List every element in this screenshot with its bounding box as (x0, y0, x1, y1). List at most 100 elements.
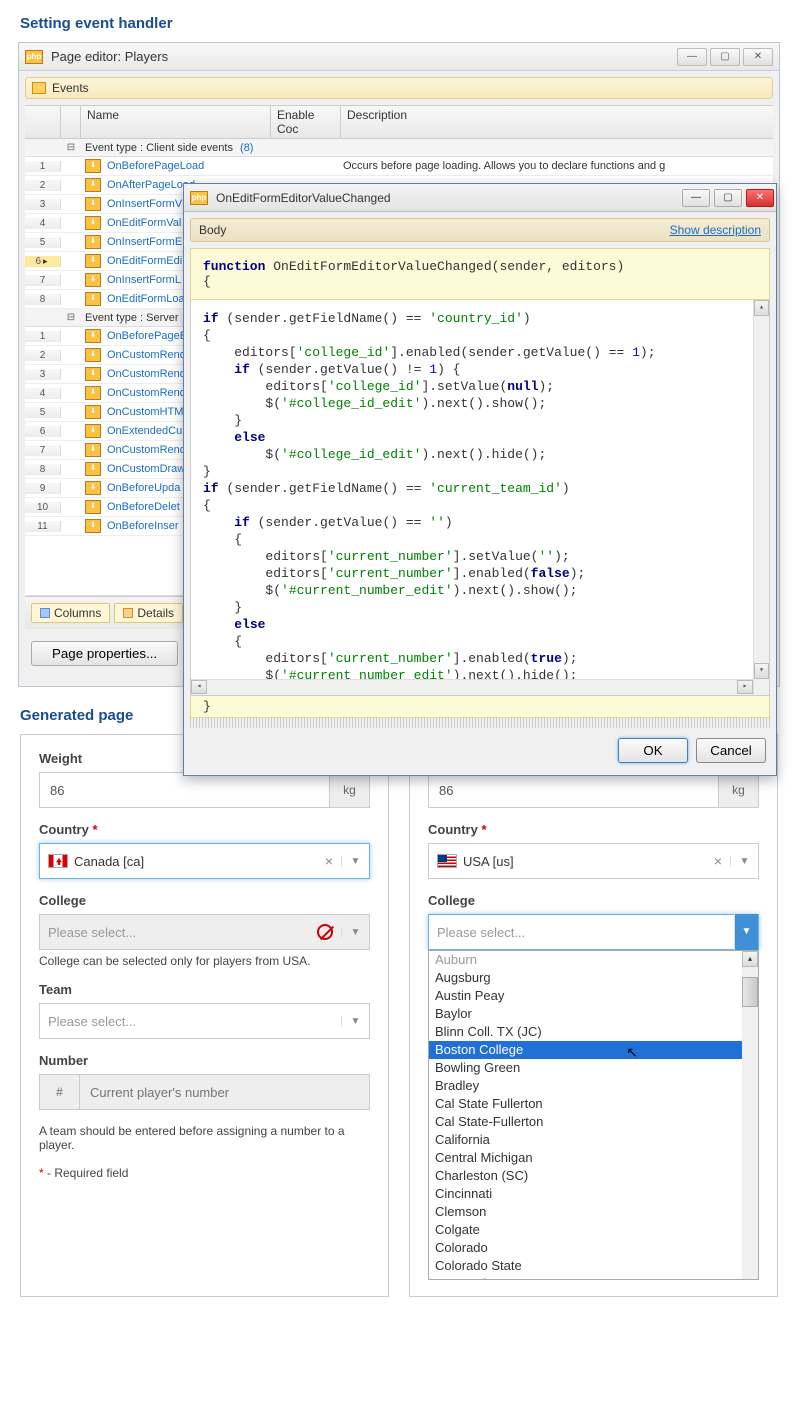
team-label: Team (39, 982, 370, 997)
event-icon: ⬇ (85, 405, 101, 419)
event-icon: ⬇ (85, 348, 101, 362)
event-icon: ⬇ (85, 462, 101, 476)
forbidden-icon (317, 924, 333, 940)
tab-columns[interactable]: Columns (31, 603, 110, 623)
event-icon: ⬇ (85, 235, 101, 249)
dropdown-item[interactable]: Bradley (429, 1077, 758, 1095)
country-select[interactable]: USA [us] × ▼ (428, 843, 759, 879)
weight-unit: kg (330, 772, 370, 808)
heading-setting: Setting event handler (20, 15, 798, 32)
number-addon: # (39, 1074, 79, 1110)
dropdown-item[interactable]: Bowling Green (429, 1059, 758, 1077)
dropdown-item[interactable]: Auburn (429, 951, 758, 969)
chevron-down-icon[interactable]: ▼ (734, 914, 758, 950)
dialog-close-button[interactable]: ✕ (746, 189, 774, 207)
country-value: USA [us] (463, 854, 706, 869)
events-header[interactable]: Events (25, 77, 773, 99)
weight-input[interactable] (428, 772, 719, 808)
dropdown-item[interactable]: California (429, 1131, 758, 1149)
col-name[interactable]: Name (81, 106, 271, 138)
dropdown-item[interactable]: Colorado State (429, 1257, 758, 1275)
weight-input[interactable] (39, 772, 330, 808)
scrollbar-horizontal[interactable]: ◂▸ (191, 679, 753, 695)
page-properties-button[interactable]: Page properties... (31, 641, 178, 666)
dropdown-item[interactable]: Charleston (SC) (429, 1167, 758, 1185)
event-icon: ⬇ (85, 500, 101, 514)
required-note: * - Required field (39, 1166, 370, 1180)
event-icon: ⬇ (85, 178, 101, 192)
dropdown-item[interactable]: Cal State Fullerton (429, 1095, 758, 1113)
scroll-thumb[interactable] (742, 977, 758, 1007)
code-editor[interactable]: if (sender.getFieldName() == 'country_id… (190, 300, 770, 696)
country-select[interactable]: Canada [ca] × ▼ (39, 843, 370, 879)
dropdown-item[interactable]: Colorado (429, 1239, 758, 1257)
chevron-down-icon[interactable]: ▼ (341, 1016, 361, 1027)
dialog-body-header: Body Show description (190, 218, 770, 242)
dropdown-item[interactable]: Cal State-Fullerton (429, 1113, 758, 1131)
php-icon: php (25, 50, 43, 64)
minimize-button[interactable]: — (677, 48, 707, 66)
event-icon: ⬇ (85, 329, 101, 343)
form-panel-right: Weight kg Country * USA [us] × ▼ College… (409, 734, 778, 1297)
cancel-button[interactable]: Cancel (696, 738, 766, 763)
college-dropdown[interactable]: AuburnAugsburgAustin PeayBaylorBlinn Col… (428, 950, 759, 1280)
weight-unit: kg (719, 772, 759, 808)
dialog-minimize-button[interactable]: — (682, 189, 710, 207)
dropdown-item[interactable]: Boston College↖ (429, 1041, 758, 1059)
titlebar[interactable]: php Page editor: Players — ▢ ✕ (19, 43, 779, 71)
team-select[interactable]: Please select... ▼ (39, 1003, 370, 1039)
col-description[interactable]: Description (341, 106, 773, 138)
dropdown-item[interactable]: Colgate (429, 1221, 758, 1239)
dialog-maximize-button[interactable]: ▢ (714, 189, 742, 207)
clear-icon[interactable]: × (706, 853, 730, 869)
page-editor-window: php Page editor: Players — ▢ ✕ Events Na… (18, 42, 780, 687)
chevron-down-icon[interactable]: ▼ (341, 856, 361, 867)
window-title: Page editor: Players (51, 49, 677, 64)
signature-bar: function OnEditFormEditorValueChanged(se… (190, 248, 770, 300)
event-editor-dialog: php OnEditFormEditorValueChanged — ▢ ✕ B… (183, 183, 777, 776)
dropdown-item[interactable]: Connecticut (429, 1275, 758, 1280)
event-icon: ⬇ (85, 481, 101, 495)
event-icon: ⬇ (85, 254, 101, 268)
show-description-link[interactable]: Show description (670, 223, 761, 237)
dropdown-item[interactable]: Cincinnati (429, 1185, 758, 1203)
event-icon: ⬇ (85, 386, 101, 400)
close-button[interactable]: ✕ (743, 48, 773, 66)
dropdown-item[interactable]: Baylor (429, 1005, 758, 1023)
dialog-titlebar[interactable]: php OnEditFormEditorValueChanged — ▢ ✕ (184, 184, 776, 212)
dropdown-item[interactable]: Austin Peay (429, 987, 758, 1005)
event-icon: ⬇ (85, 197, 101, 211)
tab-details[interactable]: Details (114, 603, 183, 623)
col-enable[interactable]: Enable Coc (271, 106, 341, 138)
dropdown-item[interactable]: Blinn Coll. TX (JC) (429, 1023, 758, 1041)
number-hint: A team should be entered before assignin… (39, 1124, 370, 1152)
dialog-title: OnEditFormEditorValueChanged (216, 191, 680, 205)
college-select[interactable]: Please select... ▼ (428, 914, 759, 950)
group-client[interactable]: ⊟ Event type : Client side events (8) (25, 139, 773, 157)
dropdown-item[interactable]: Augsburg (429, 969, 758, 987)
grid-header: Name Enable Coc Description (25, 105, 773, 139)
event-icon: ⬇ (85, 424, 101, 438)
event-icon: ⬇ (85, 159, 101, 173)
clear-icon[interactable]: × (317, 853, 341, 869)
event-row[interactable]: 1⬇OnBeforePageLoadOccurs before page loa… (25, 157, 773, 176)
college-select-disabled: Please select... ▼ (39, 914, 370, 950)
event-icon: ⬇ (85, 292, 101, 306)
chevron-down-icon: ▼ (341, 927, 361, 938)
event-icon: ⬇ (85, 367, 101, 381)
form-panel-left: Weight kg Country * Canada [ca] × ▼ Coll… (20, 734, 389, 1297)
scrollbar-vertical[interactable]: ▴▾ (753, 300, 769, 695)
dropdown-item[interactable]: Clemson (429, 1203, 758, 1221)
php-icon: php (190, 191, 208, 205)
country-label: Country (39, 822, 92, 837)
resize-grip[interactable] (190, 718, 770, 728)
event-icon: ⬇ (85, 443, 101, 457)
scrollbar-vertical[interactable]: ▴ (742, 951, 758, 1279)
events-label: Events (52, 81, 89, 95)
ok-button[interactable]: OK (618, 738, 688, 763)
collapse-icon[interactable]: ⊟ (61, 142, 81, 153)
chevron-down-icon[interactable]: ▼ (730, 856, 750, 867)
collapse-icon[interactable]: ⊟ (61, 312, 81, 323)
maximize-button[interactable]: ▢ (710, 48, 740, 66)
dropdown-item[interactable]: Central Michigan (429, 1149, 758, 1167)
